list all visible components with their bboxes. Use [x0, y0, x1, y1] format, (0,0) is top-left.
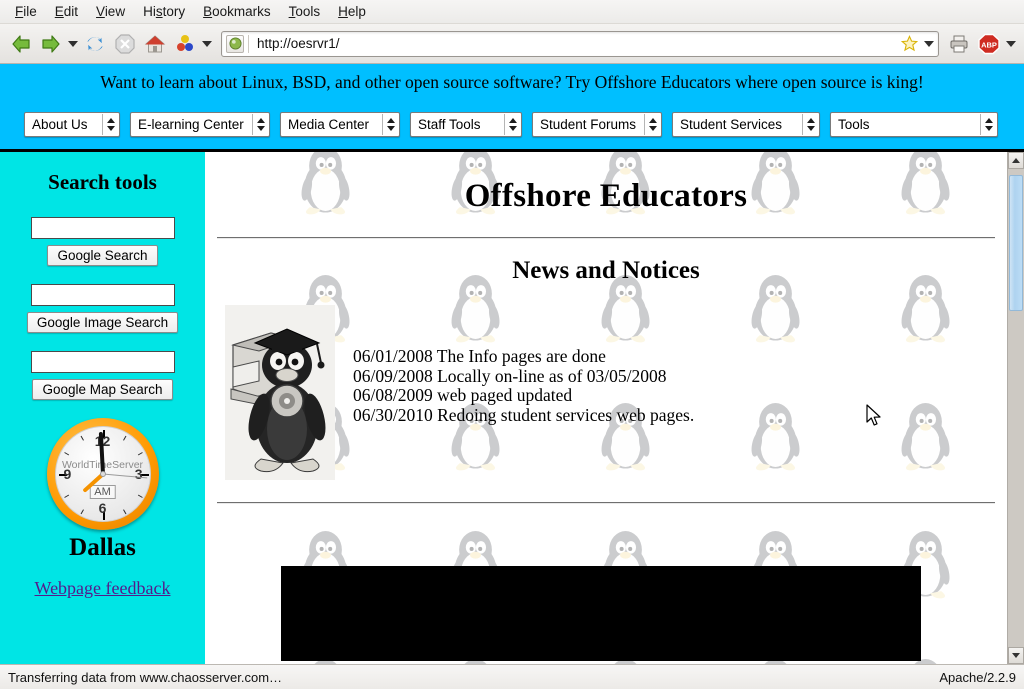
svg-text:ABP: ABP	[981, 40, 997, 49]
world-clock-widget: 12 3 6 9 WorldTimeServer AM	[0, 418, 205, 562]
bookmarks-icon[interactable]	[170, 29, 200, 59]
spinner-arrows-icon[interactable]	[382, 114, 399, 135]
webpage-feedback-link[interactable]: Webpage feedback	[35, 578, 171, 599]
spinner-arrows-icon[interactable]	[802, 114, 819, 135]
page-viewport: Want to learn about Linux, BSD, and othe…	[0, 64, 1024, 664]
menu-bar: File Edit View History Bookmarks Tools H…	[0, 0, 1024, 24]
print-icon[interactable]	[944, 29, 974, 59]
menu-history[interactable]: History	[134, 2, 194, 21]
divider-top	[217, 237, 995, 239]
back-icon[interactable]	[6, 29, 36, 59]
scroll-up-button[interactable]	[1008, 152, 1024, 169]
clock-meridiem-label: AM	[89, 485, 116, 500]
nav-select-e-learning-center[interactable]: E-learning Center	[130, 112, 270, 137]
nav-select-media-center[interactable]: Media Center	[280, 112, 400, 137]
google-search-group: Google Search	[0, 217, 205, 266]
status-message: Transferring data from www.chaosserver.c…	[8, 669, 283, 685]
site-nav-bar: About Us E-learning Center Media Center …	[0, 100, 1024, 152]
graduate-penguin-image	[225, 305, 335, 480]
clock-face: 12 3 6 9 WorldTimeServer AM	[54, 426, 151, 522]
google-map-search-button[interactable]: Google Map Search	[32, 379, 173, 400]
news-item: 06/30/2010 Redoing student services web …	[353, 404, 695, 425]
google-image-search-group: Google Image Search	[0, 284, 205, 333]
google-image-search-input[interactable]	[30, 284, 175, 306]
server-version-label: Apache/2.2.9	[939, 669, 1016, 685]
site-banner: Want to learn about Linux, BSD, and othe…	[0, 64, 1024, 100]
url-dropdown-icon[interactable]	[920, 40, 938, 47]
site-identity-icon	[226, 34, 244, 53]
google-map-search-input[interactable]	[30, 351, 175, 373]
embedded-media-placeholder[interactable]	[281, 566, 921, 661]
sidebar: Search tools Google Search Google Image …	[0, 152, 205, 664]
nav-select-label: Student Forums	[540, 117, 637, 132]
nav-select-about-us[interactable]: About Us	[24, 112, 120, 137]
bookmarks-dropdown-icon[interactable]	[200, 29, 214, 59]
home-icon[interactable]	[140, 29, 170, 59]
google-map-search-group: Google Map Search	[0, 351, 205, 400]
google-image-search-button[interactable]: Google Image Search	[26, 312, 179, 333]
page-body: Search tools Google Search Google Image …	[0, 152, 1024, 664]
navigation-toolbar: http://oesrvr1/ ABP	[0, 24, 1024, 64]
page-title: Offshore Educators	[464, 178, 748, 214]
clock-numeral-6: 6	[98, 500, 107, 516]
divider-bottom	[217, 502, 995, 504]
nav-select-label: E-learning Center	[138, 117, 244, 132]
reload-icon[interactable]	[80, 29, 110, 59]
spinner-arrows-icon[interactable]	[980, 114, 997, 135]
url-input[interactable]: http://oesrvr1/	[249, 36, 898, 51]
url-bar[interactable]: http://oesrvr1/	[221, 30, 939, 57]
status-bar: Transferring data from www.chaosserver.c…	[0, 664, 1024, 689]
sidebar-title: Search tools	[48, 170, 157, 194]
vertical-scrollbar[interactable]	[1007, 152, 1024, 664]
news-row: 06/01/2008 The Info pages are done 06/09…	[217, 305, 995, 480]
spinner-arrows-icon[interactable]	[102, 114, 119, 135]
news-item: 06/01/2008 The Info pages are done	[353, 346, 606, 366]
spinner-arrows-icon[interactable]	[504, 114, 521, 135]
browser-window: File Edit View History Bookmarks Tools H…	[0, 0, 1024, 689]
adblock-plus-icon[interactable]: ABP	[974, 29, 1004, 59]
nav-select-label: Media Center	[288, 117, 370, 132]
nav-select-label: Staff Tools	[418, 117, 481, 132]
toolbar-overflow-icon[interactable]	[1004, 29, 1018, 59]
nav-select-tools[interactable]: Tools	[830, 112, 998, 137]
forward-icon[interactable]	[36, 29, 66, 59]
stop-icon	[110, 29, 140, 59]
content-inner: Offshore Educators News and Notices 06/0…	[205, 178, 1007, 504]
clock-center-cap	[99, 471, 106, 477]
nav-select-label: Tools	[838, 117, 870, 132]
menu-tools[interactable]: Tools	[280, 2, 330, 21]
news-list: 06/01/2008 The Info pages are done 06/09…	[353, 305, 694, 425]
menu-help[interactable]: Help	[329, 2, 375, 21]
nav-select-student-forums[interactable]: Student Forums	[532, 112, 662, 137]
nav-select-staff-tools[interactable]: Staff Tools	[410, 112, 522, 137]
nav-select-label: Student Services	[680, 117, 783, 132]
menu-view[interactable]: View	[87, 2, 134, 21]
bookmark-star-icon[interactable]	[898, 35, 920, 52]
spinner-arrows-icon[interactable]	[252, 114, 269, 135]
news-item: 06/08/2009 web paged updated	[353, 385, 573, 405]
menu-file[interactable]: File	[6, 2, 46, 21]
scroll-track[interactable]	[1008, 169, 1024, 647]
google-search-input[interactable]	[30, 217, 175, 239]
news-heading: News and Notices	[512, 257, 700, 284]
scroll-down-button[interactable]	[1008, 647, 1024, 664]
scroll-thumb[interactable]	[1009, 175, 1023, 311]
analog-clock: 12 3 6 9 WorldTimeServer AM	[46, 418, 159, 530]
main-content: Offshore Educators News and Notices 06/0…	[205, 152, 1007, 664]
history-dropdown-icon[interactable]	[66, 29, 80, 59]
news-item: 06/09/2008 Locally on-line as of 03/05/2…	[353, 365, 667, 386]
clock-city-label: Dallas	[69, 534, 136, 561]
menu-edit[interactable]: Edit	[46, 2, 87, 21]
spinner-arrows-icon[interactable]	[644, 114, 661, 135]
nav-select-student-services[interactable]: Student Services	[672, 112, 820, 137]
nav-select-label: About Us	[32, 117, 88, 132]
google-search-button[interactable]: Google Search	[47, 245, 158, 266]
menu-bookmarks[interactable]: Bookmarks	[194, 2, 280, 21]
